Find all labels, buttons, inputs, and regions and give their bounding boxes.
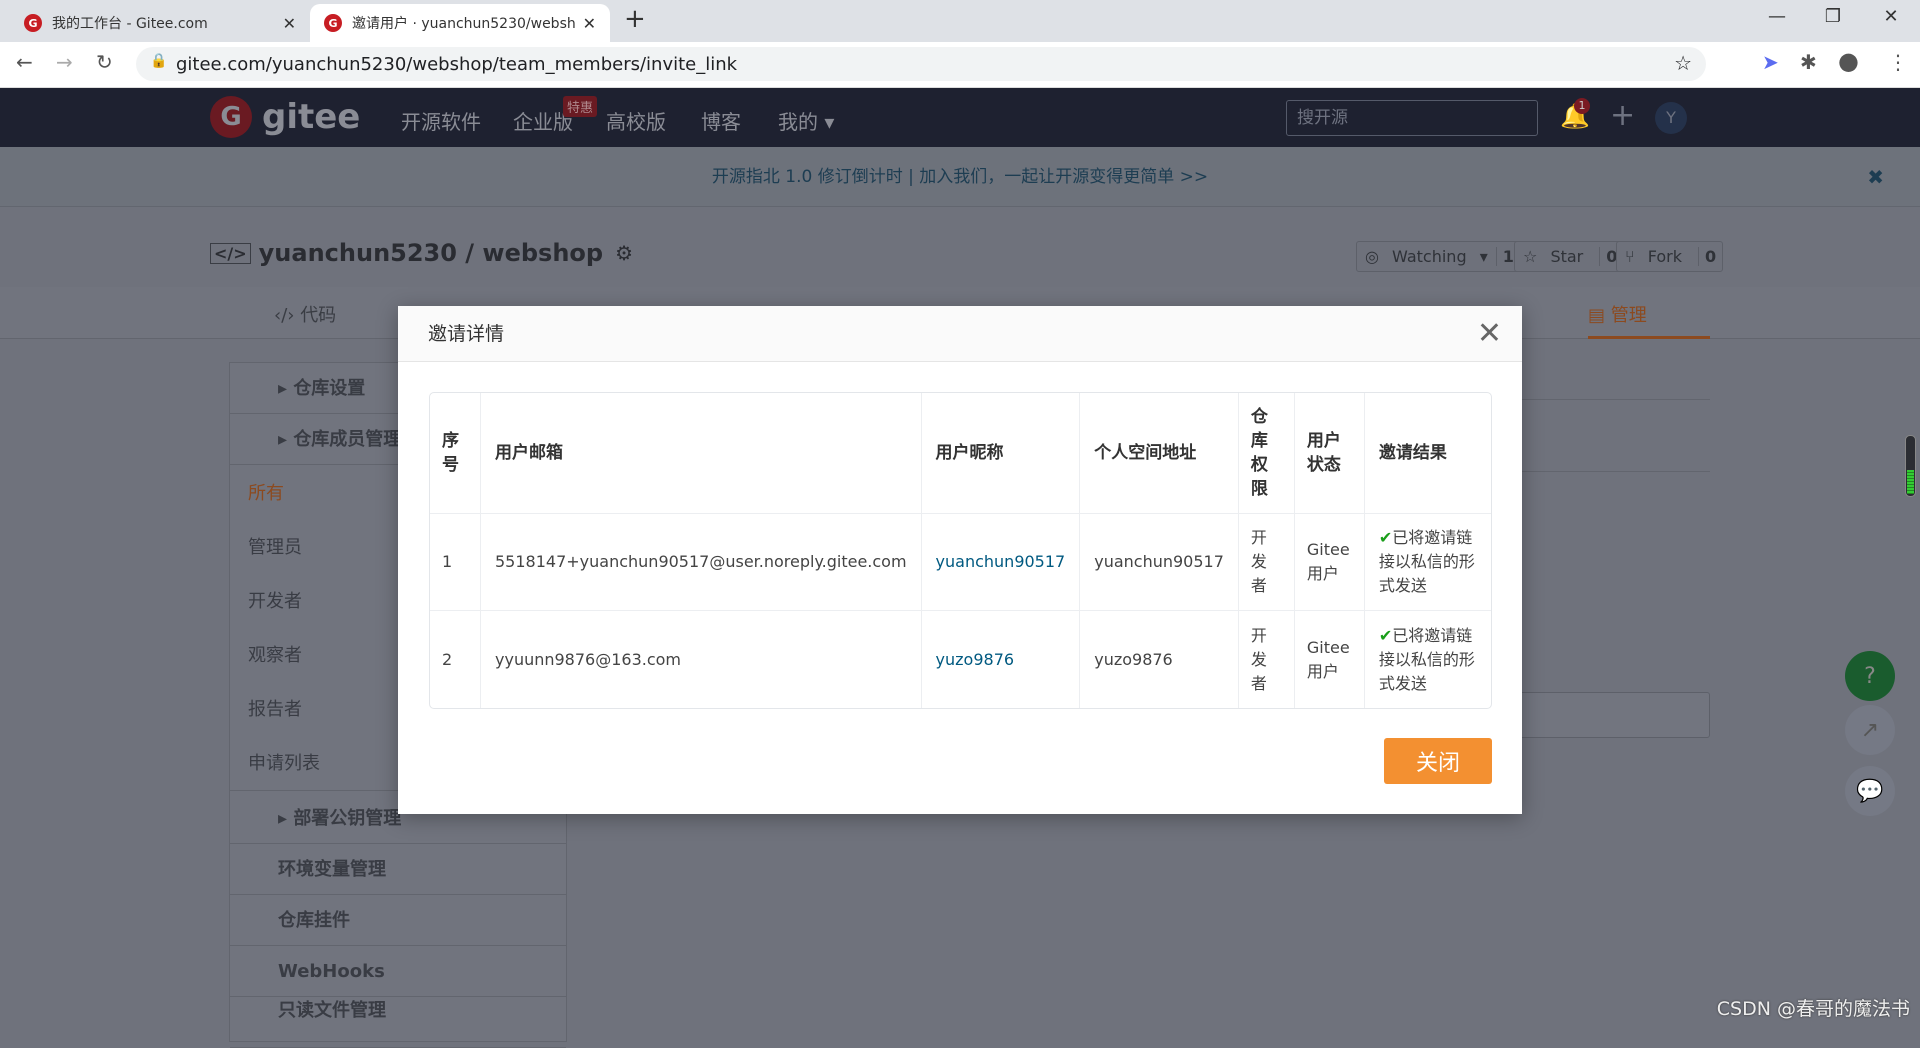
col-space: 个人空间地址 [1080,393,1239,514]
share-button[interactable]: ↗ [1845,705,1895,755]
forward-icon[interactable]: → [56,50,73,74]
nav-university[interactable]: 高校版 [606,106,666,135]
gitee-favicon-icon: G [324,14,342,32]
close-tab-icon[interactable]: ✕ [583,14,596,33]
dialog-close-icon[interactable]: ✕ [1477,306,1502,362]
profile-icon[interactable]: ● [1838,47,1859,75]
chat-icon: 💬 [1856,778,1884,804]
sidebar-webhooks[interactable]: WebHooks [230,946,566,997]
minimize-icon[interactable]: — [1762,6,1792,27]
permission-cell: 开发者 [1239,611,1295,708]
tab-manage[interactable]: ▤ 管理 [1588,301,1710,339]
window-close-icon[interactable]: ✕ [1876,6,1906,27]
result-cell: ✔已将邀请链接以私信的形式发送 [1378,625,1475,693]
space-cell: yuanchun90517 [1080,514,1239,611]
close-button[interactable]: 关闭 [1384,738,1492,784]
result-cell: ✔已将邀请链接以私信的形式发送 [1364,514,1491,611]
check-icon: ✔ [1378,625,1393,645]
browser-tab[interactable]: G 我的工作台 - Gitee.com ✕ [10,4,310,42]
col-index: 序号 [430,393,481,514]
bookmark-star-icon[interactable]: ☆ [1674,51,1692,75]
status-cell: Gitee用户 [1295,611,1365,708]
reload-icon[interactable]: ↻ [96,50,113,74]
sidebar-env-vars[interactable]: 环境变量管理 [230,844,566,895]
fork-button[interactable]: ⑂ Fork 0 [1616,241,1724,272]
col-status: 用户状态 [1294,393,1365,514]
browser-tab-active[interactable]: G 邀请用户 · yuanchun5230/webshop ✕ [310,4,610,42]
plus-icon[interactable]: + [1610,98,1635,133]
nav-mine[interactable]: 我的 ▾ [778,106,834,135]
sidebar-widgets[interactable]: 仓库挂件 [230,895,566,946]
col-result: 邀请结果 [1364,393,1491,514]
avatar[interactable]: Y [1655,102,1687,134]
extensions-puzzle-icon[interactable]: ✱ [1800,50,1817,74]
gitee-logo[interactable]: Ggitee [210,96,360,138]
scroll-indicator[interactable] [1905,435,1916,497]
gitee-top-nav: Ggitee 开源软件 企业版 特惠 高校版 博客 我的 ▾ 🔔 1 + Y [0,88,1920,147]
invite-details-dialog: 邀请详情 ✕ 序号 用户邮箱 用户昵称 个人空间地址 仓库权限 用户状态 邀请结… [398,306,1522,814]
space-cell: yuzo9876 [1080,611,1239,708]
banner-link[interactable]: 开源指北 1.0 修订倒计时 | 加入我们，一起让开源变得更简单 >> [712,167,1208,187]
question-icon: ? [1864,663,1876,689]
url-input[interactable]: 🔒 gitee.com/yuanchun5230/webshop/team_me… [136,47,1706,81]
nickname-link[interactable]: yuanchun90517 [936,552,1066,571]
permission-cell: 开发者 [1238,514,1295,611]
announcement-banner: 开源指北 1.0 修订倒计时 | 加入我们，一起让开源变得更简单 >> ✖ [0,147,1920,207]
table-row: 1 5518147+yuanchun90517@user.noreply.git… [430,514,1491,611]
col-permission: 仓库权限 [1238,393,1295,514]
status-cell: Gitee用户 [1294,514,1365,611]
back-icon[interactable]: ← [16,50,33,74]
nav-open-source[interactable]: 开源软件 [401,106,481,135]
address-bar-row: ← → ↻ 🔒 gitee.com/yuanchun5230/webshop/t… [0,42,1920,88]
restore-icon[interactable]: ❐ [1818,6,1848,27]
watch-button[interactable]: ◎ Watching ▾ 1 [1356,241,1521,272]
code-repo-icon: </> [210,242,251,264]
col-email: 用户邮箱 [481,393,922,514]
sidebar-readonly-files[interactable]: 只读文件管理 [230,997,566,1048]
new-tab-button[interactable]: + [624,4,646,34]
discount-badge: 特惠 [563,96,598,117]
dialog-header: 邀请详情 ✕ [398,306,1522,362]
nav-blog[interactable]: 博客 [701,106,741,135]
lock-icon: 🔒 [150,53,168,69]
help-button[interactable]: ? [1845,651,1895,701]
star-button[interactable]: ☆ Star 0 [1514,241,1625,272]
notification-count: 1 [1574,98,1590,114]
extension-bird-icon[interactable]: ➤ [1762,50,1779,74]
col-nickname: 用户昵称 [921,393,1081,514]
watermark: CSDN @春哥的魔法书 [1716,998,1910,1020]
search-input[interactable] [1286,100,1538,136]
menu-kebab-icon[interactable]: ⋮ [1888,50,1908,74]
dialog-title: 邀请详情 [428,323,505,345]
email-cell: 5518147+yuanchun90517@user.noreply.gitee… [481,514,922,611]
banner-close-icon[interactable]: ✖ [1867,147,1884,207]
nickname-link[interactable]: yuzo9876 [936,650,1015,669]
gitee-favicon-icon: G [24,14,42,32]
table-row: 2 yyuunn9876@163.com yuzo9876 yuzo9876 开… [430,611,1491,708]
close-tab-icon[interactable]: ✕ [283,14,296,33]
browser-tab-bar: G 我的工作台 - Gitee.com ✕ G 邀请用户 · yuanchun5… [0,0,1920,42]
tab-code[interactable]: ‹/› 代码 [274,301,336,327]
share-icon: ↗ [1860,717,1880,743]
invite-table: 序号 用户邮箱 用户昵称 个人空间地址 仓库权限 用户状态 邀请结果 1 551… [429,392,1492,709]
verified-badge-icon: ⚙ [615,241,634,265]
email-cell: yyuunn9876@163.com [481,611,922,708]
repo-title: </> yuanchun5230 / webshop ⚙ [210,239,633,267]
check-icon: ✔ [1378,528,1393,547]
feedback-button[interactable]: 💬 [1845,766,1895,816]
